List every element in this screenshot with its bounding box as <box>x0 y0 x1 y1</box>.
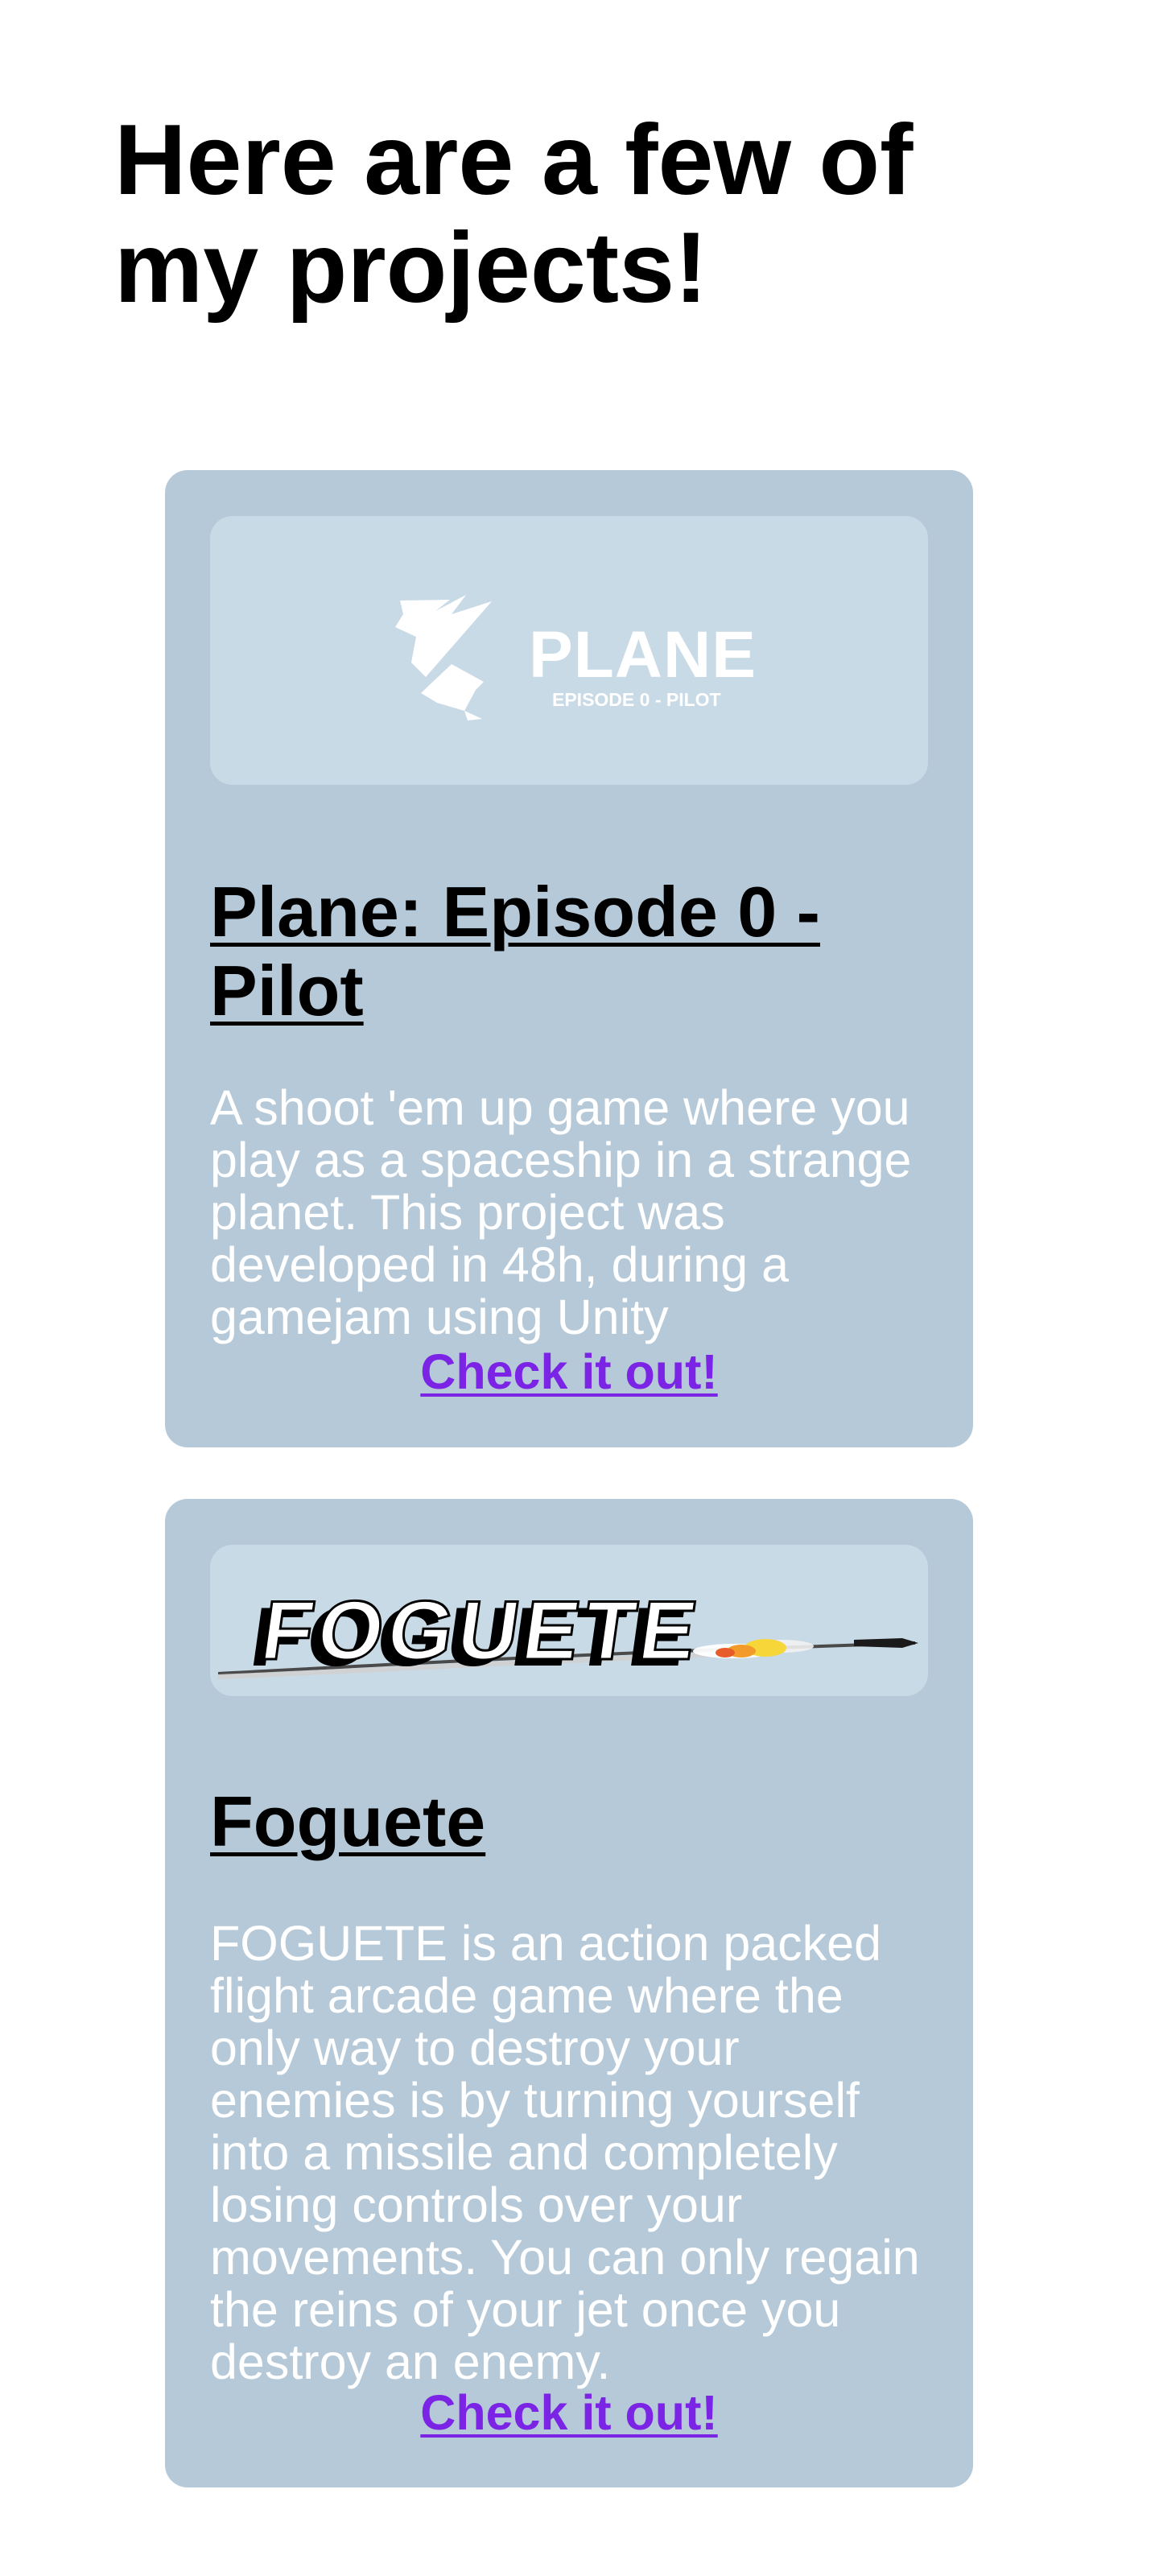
svg-text:FOGUETE: FOGUETE <box>256 1583 707 1677</box>
project-card-plane: PLANE EPISODE 0 - PILOT Plane: Episode 0… <box>165 470 973 1447</box>
check-it-out-link[interactable]: Check it out! <box>165 1344 973 1400</box>
project-thumbnail-plane[interactable]: PLANE EPISODE 0 - PILOT <box>210 516 928 785</box>
project-card-foguete: FOGUETE FOGUETE Foguete FOGUETE is an ac… <box>165 1499 973 2487</box>
foguete-logo-text: FOGUETE <box>256 1583 707 1677</box>
project-description: A shoot 'em up game where you play as a … <box>210 1080 912 1344</box>
plane-logo-subtext: EPISODE 0 - PILOT <box>552 689 721 710</box>
project-description: FOGUETE is an action packed flight arcad… <box>210 1916 920 2389</box>
project-title: Foguete <box>210 1782 928 1861</box>
plane-logo-icon: PLANE EPISODE 0 - PILOT <box>395 595 757 720</box>
project-thumbnail-foguete[interactable]: FOGUETE FOGUETE <box>210 1545 928 1696</box>
project-title-link[interactable]: Plane: Episode 0 - Pilot <box>210 872 820 1030</box>
page-title: Here are a few of my projects! <box>114 105 914 324</box>
plane-logo-text: PLANE <box>529 618 757 691</box>
check-it-out-link[interactable]: Check it out! <box>165 2384 973 2441</box>
project-title: Plane: Episode 0 - Pilot <box>210 873 928 1030</box>
project-title-link[interactable]: Foguete <box>210 1781 485 1861</box>
foguete-logo-icon: FOGUETE FOGUETE <box>217 1583 918 1684</box>
